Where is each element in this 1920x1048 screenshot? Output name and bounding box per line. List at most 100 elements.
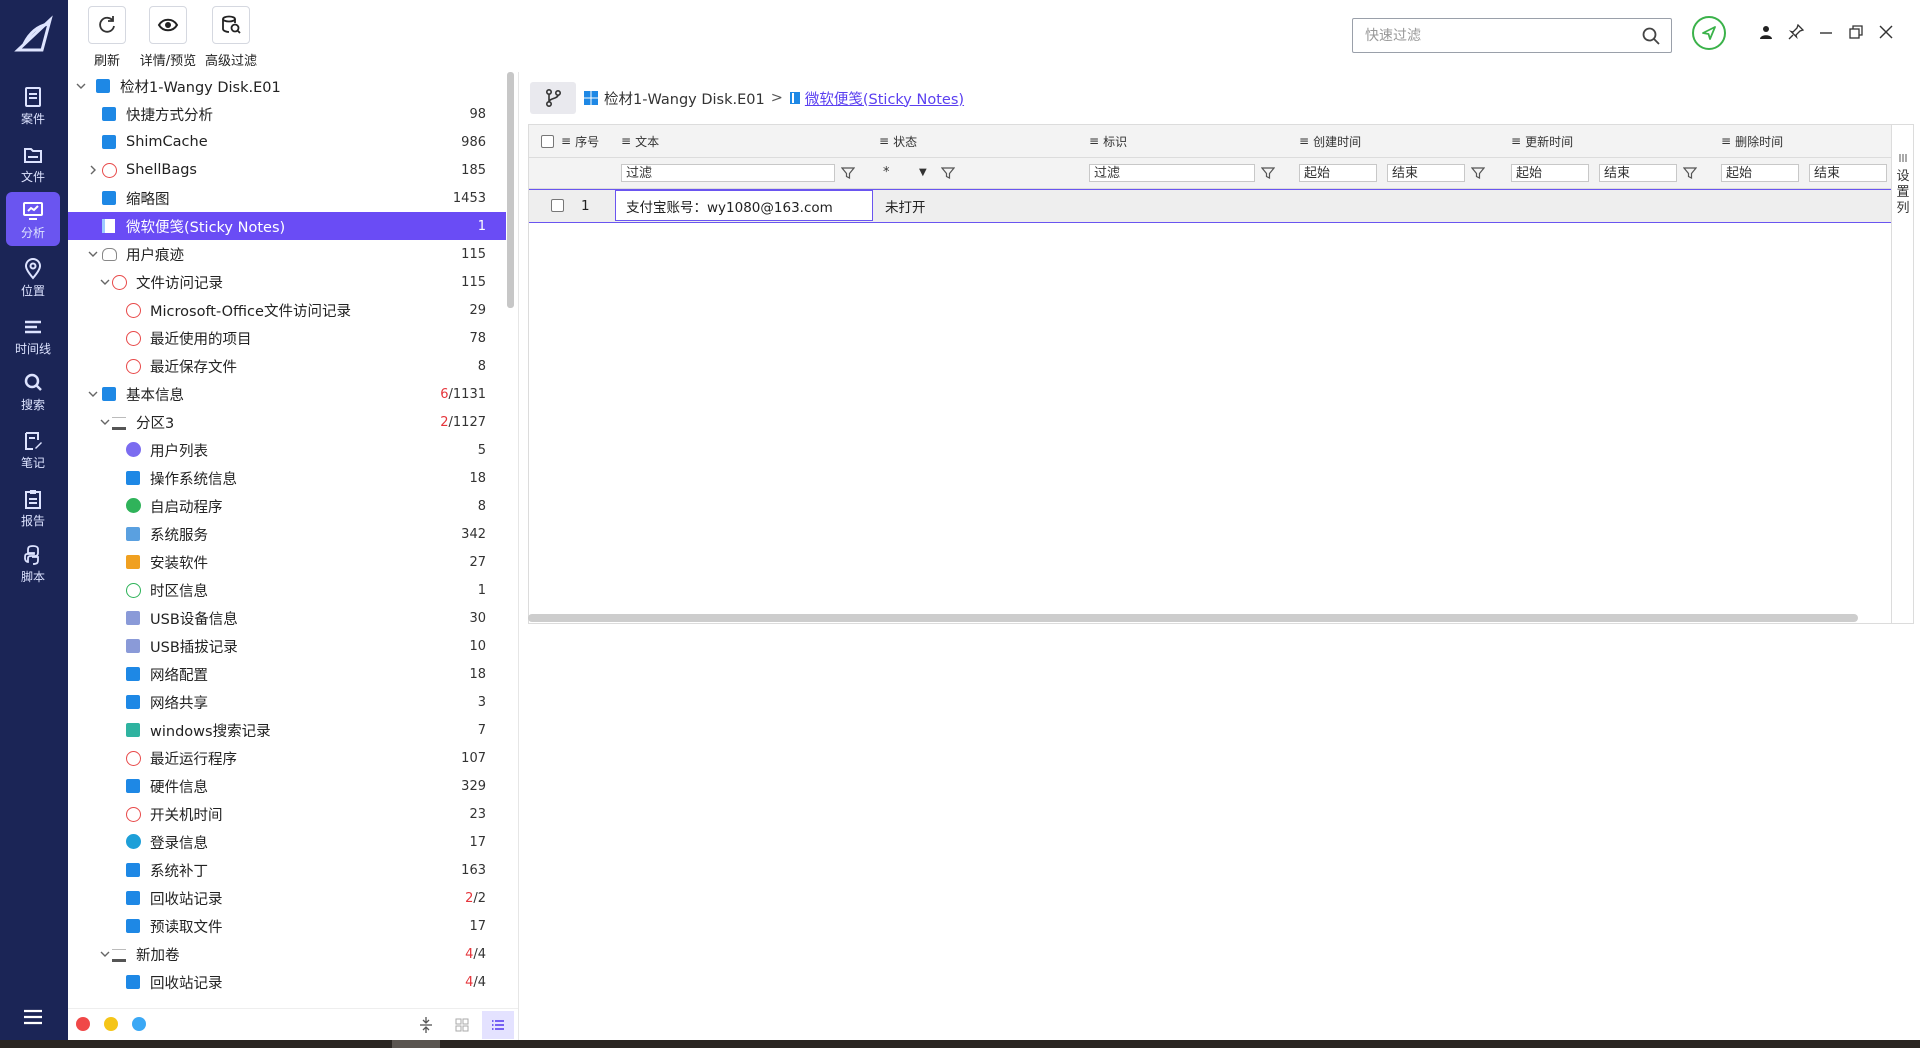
column-menu-icon[interactable]: ≡	[621, 134, 631, 148]
column-menu-icon[interactable]: ≡	[879, 134, 889, 148]
tree-item[interactable]: 开关机时间 23	[68, 800, 506, 828]
collapse-all-button[interactable]	[410, 1011, 442, 1039]
tree-item[interactable]: 最近运行程序 107	[68, 744, 506, 772]
tree-item[interactable]: 检材1-Wangy Disk.E01	[68, 72, 506, 100]
chevron-right-icon[interactable]	[86, 163, 100, 177]
tree-item[interactable]: 基本信息 6/1131	[68, 380, 506, 408]
user-icon[interactable]	[1758, 24, 1774, 40]
updated-end-input[interactable]: 结束	[1599, 164, 1677, 182]
status-filter-select[interactable]: * ▼	[879, 164, 929, 182]
nav-search[interactable]: 搜索	[6, 364, 60, 418]
filter-icon[interactable]	[941, 166, 955, 180]
chevron-down-icon[interactable]	[86, 387, 100, 401]
table-horizontal-scrollbar[interactable]	[528, 614, 1858, 622]
tree-item[interactable]: 最近保存文件 8	[68, 352, 506, 380]
mark-filter-input[interactable]: 过滤	[1089, 164, 1255, 182]
column-menu-icon[interactable]: ≡	[1299, 134, 1309, 148]
nav-notes[interactable]: 笔记	[6, 422, 60, 476]
created-end-input[interactable]: 结束	[1387, 164, 1465, 182]
column-menu-icon[interactable]: ≡	[1511, 134, 1521, 148]
nav-file[interactable]: 文件	[6, 136, 60, 190]
tree-item[interactable]: 系统补丁 163	[68, 856, 506, 884]
grid-view-button[interactable]	[446, 1011, 478, 1039]
tree-item[interactable]: 网络配置 18	[68, 660, 506, 688]
table-row[interactable]: 1 支付宝账号：wy1080@163.com 未打开	[529, 189, 1891, 223]
close-icon[interactable]	[1878, 24, 1894, 40]
tree-item[interactable]: 系统服务 342	[68, 520, 506, 548]
tree-item[interactable]: 新加卷 4/4	[68, 940, 506, 968]
tree-item[interactable]: 文件访问记录 115	[68, 268, 506, 296]
chevron-down-icon[interactable]	[98, 415, 112, 429]
tree-item[interactable]: 登录信息 17	[68, 828, 506, 856]
filter-icon[interactable]	[1683, 166, 1697, 180]
row-text-cell[interactable]: 支付宝账号：wy1080@163.com	[615, 190, 873, 221]
red-dot[interactable]	[76, 1017, 90, 1031]
advanced-filter-button[interactable]: 高级过滤	[200, 6, 262, 69]
detail-preview-button[interactable]: 详情/预览	[137, 6, 199, 69]
tree-item[interactable]: Microsoft-Office文件访问记录 29	[68, 296, 506, 324]
blue-dot[interactable]	[132, 1017, 146, 1031]
row-checkbox[interactable]	[551, 199, 564, 212]
send-button[interactable]	[1692, 16, 1726, 50]
nav-timeline[interactable]: 时间线	[6, 308, 60, 362]
pin-icon[interactable]	[1788, 24, 1804, 40]
tree-item[interactable]: 最近使用的项目 78	[68, 324, 506, 352]
list-view-button[interactable]	[482, 1011, 514, 1039]
quick-filter-box[interactable]	[1352, 18, 1672, 53]
tree-item[interactable]: 回收站记录 4/4	[68, 968, 506, 996]
yellow-dot[interactable]	[104, 1017, 118, 1031]
column-header[interactable]: ≡ 序号	[561, 125, 599, 157]
updated-start-input[interactable]: 起始	[1511, 164, 1589, 182]
tree-item[interactable]: 回收站记录 2/2	[68, 884, 506, 912]
created-start-input[interactable]: 起始	[1299, 164, 1377, 182]
tree-item[interactable]: 用户痕迹 115	[68, 240, 506, 268]
nav-analysis[interactable]: 分析	[6, 192, 60, 246]
tree-item[interactable]: 安装软件 27	[68, 548, 506, 576]
nav-case[interactable]: 案件	[6, 78, 60, 132]
breadcrumb-current[interactable]: 微软便笺(Sticky Notes)	[805, 88, 964, 109]
menu-icon[interactable]	[22, 1008, 44, 1026]
deleted-end-input[interactable]: 结束	[1809, 164, 1887, 182]
tree-item[interactable]: 时区信息 1	[68, 576, 506, 604]
restore-icon[interactable]	[1848, 24, 1864, 40]
text-filter-input[interactable]: 过滤	[621, 164, 835, 182]
column-menu-icon[interactable]: ≡	[561, 134, 571, 148]
tree-item[interactable]: ShimCache 986	[68, 128, 506, 156]
tree-item[interactable]: 自启动程序 8	[68, 492, 506, 520]
tree-item[interactable]: 预读取文件 17	[68, 912, 506, 940]
tree-item[interactable]: 操作系统信息 18	[68, 464, 506, 492]
column-menu-icon[interactable]: ≡	[1089, 134, 1099, 148]
select-all-checkbox[interactable]	[541, 134, 554, 148]
filter-icon[interactable]	[1261, 166, 1275, 180]
tree-item[interactable]: windows搜索记录 7	[68, 716, 506, 744]
chevron-down-icon[interactable]	[98, 275, 112, 289]
deleted-start-input[interactable]: 起始	[1721, 164, 1799, 182]
tree-item[interactable]: 分区3 2/1127	[68, 408, 506, 436]
chevron-down-icon[interactable]	[74, 79, 88, 93]
tree-item[interactable]: 快捷方式分析 98	[68, 100, 506, 128]
column-header[interactable]: ≡ 创建时间	[1299, 125, 1361, 157]
chevron-down-icon[interactable]	[86, 247, 100, 261]
refresh-button[interactable]: 刷新	[88, 6, 126, 69]
nav-report[interactable]: 报告	[6, 480, 60, 534]
column-menu-icon[interactable]: ≡	[1721, 134, 1731, 148]
tree-item[interactable]: 硬件信息 329	[68, 772, 506, 800]
tree-item[interactable]: 微软便笺(Sticky Notes) 1	[68, 212, 506, 240]
tree-item[interactable]: ShellBags 185	[68, 156, 506, 184]
breadcrumb-root[interactable]: 检材1-Wangy Disk.E01	[604, 88, 765, 109]
search-icon[interactable]	[1641, 26, 1661, 46]
tree-item[interactable]: 网络共享 3	[68, 688, 506, 716]
tree-scrollbar[interactable]	[507, 72, 514, 308]
panel-divider[interactable]	[518, 72, 519, 1040]
branch-button[interactable]	[530, 82, 576, 114]
nav-script[interactable]: 脚本	[6, 536, 60, 590]
filter-icon[interactable]	[841, 166, 855, 180]
quick-filter-input[interactable]	[1363, 25, 1627, 47]
minimize-icon[interactable]	[1818, 24, 1834, 40]
column-header[interactable]: ≡ 删除时间	[1721, 125, 1783, 157]
nav-location[interactable]: 位置	[6, 250, 60, 304]
column-header[interactable]: ≡ 状态	[879, 125, 917, 157]
chevron-down-icon[interactable]	[98, 947, 112, 961]
column-header[interactable]: ≡ 标识	[1089, 125, 1127, 157]
row-status-cell[interactable]: 未打开	[885, 190, 926, 221]
